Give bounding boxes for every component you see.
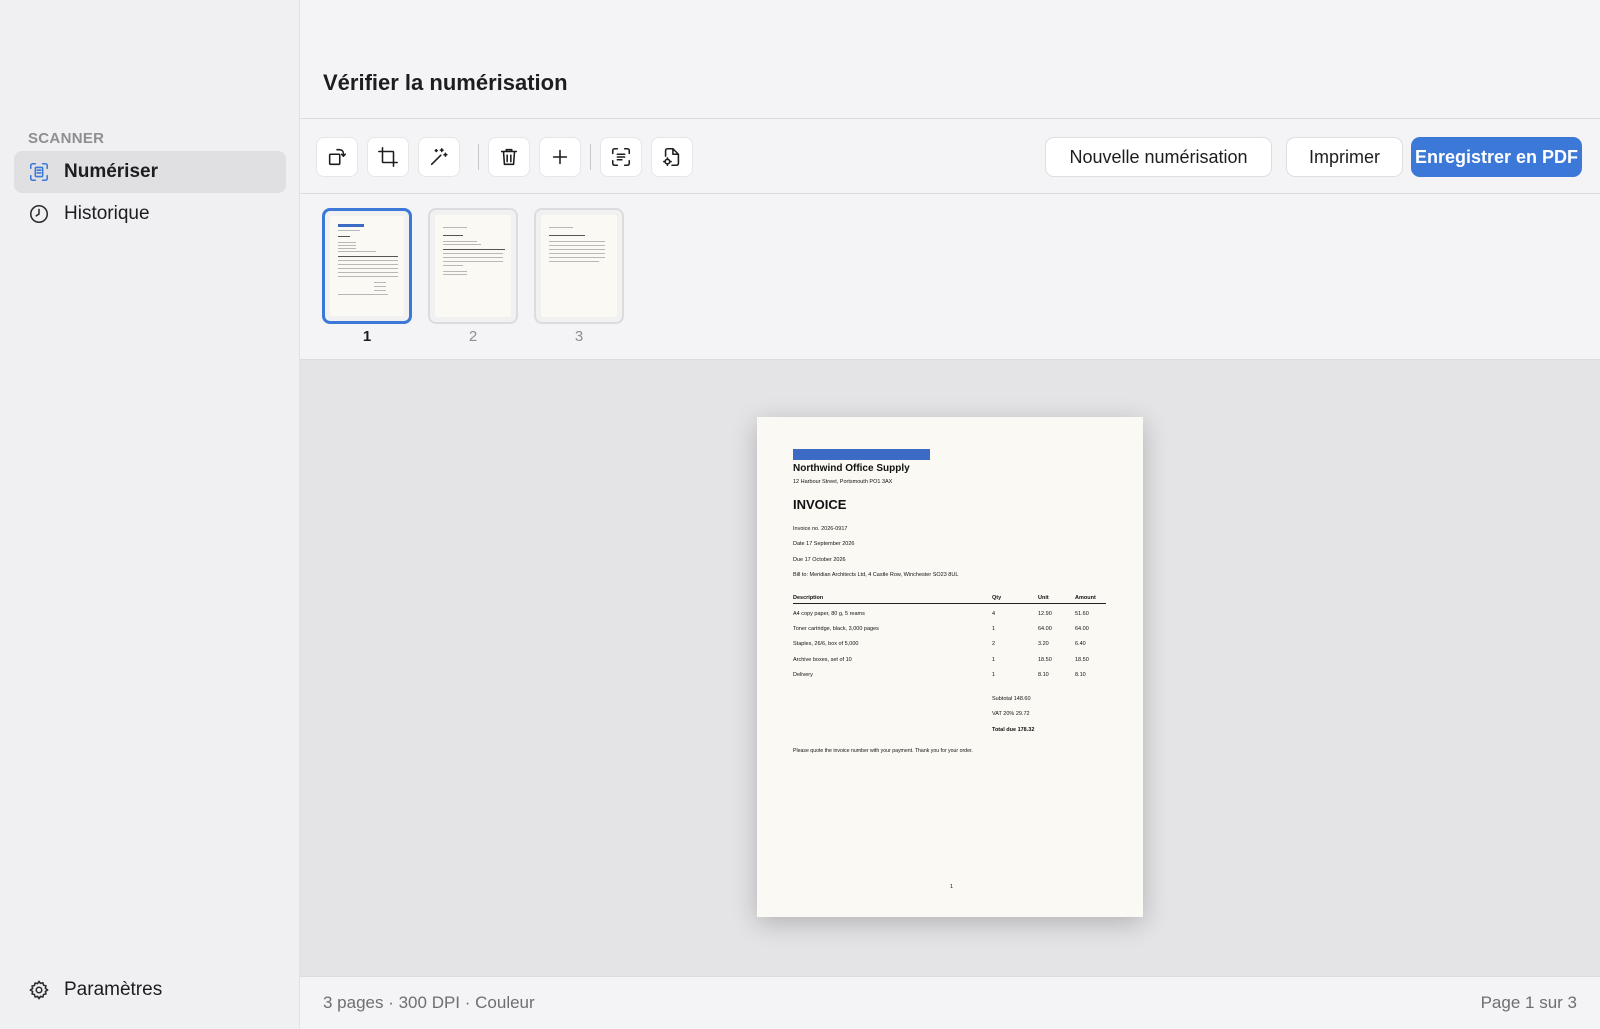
trash-icon [498, 146, 520, 168]
sidebar-item-history[interactable]: Historique [14, 193, 286, 235]
vat: VAT 20% 29.72 [992, 711, 1030, 717]
thumbnail-page-1[interactable] [322, 208, 412, 324]
thumbnail-preview [541, 215, 617, 317]
brand-bar [793, 449, 930, 460]
thumbnail-page-2[interactable] [428, 208, 518, 324]
column-header: Amount [1075, 595, 1096, 601]
plus-icon [549, 146, 571, 168]
page-indicator: Page 1 sur 3 [1480, 993, 1577, 1012]
table-cell: Toner cartridge, black, 3,000 pages [793, 626, 879, 632]
scan-info: 3 pages · 300 DPI · Couleur [323, 993, 535, 1012]
rotate-icon [326, 146, 348, 168]
sidebar-item-scan[interactable]: Numériser [14, 151, 286, 193]
company-address: 12 Harbour Street, Portsmouth PO1 3AX [793, 479, 893, 485]
status-bar: 3 pages · 300 DPI · Couleur Page 1 sur 3 [300, 976, 1600, 1029]
gear-icon [28, 979, 50, 1001]
magic-wand-icon [428, 146, 450, 168]
document-title: INVOICE [793, 497, 847, 512]
page-number: 1 [950, 884, 954, 890]
table-cell: Archive boxes, set of 10 [793, 657, 852, 663]
clock-icon [28, 203, 50, 225]
thumbnail-preview [330, 216, 404, 316]
rotate-button[interactable] [316, 137, 358, 177]
table-cell: 4 [992, 611, 996, 617]
crop-button[interactable] [367, 137, 409, 177]
table-cell: A4 copy paper, 80 g, 5 reams [793, 611, 865, 617]
scan-icon [28, 161, 50, 183]
thumbnail-page-3[interactable] [534, 208, 624, 324]
add-page-button[interactable] [539, 137, 581, 177]
document-settings-button[interactable] [651, 137, 693, 177]
sidebar-item-settings[interactable]: Paramètres [14, 970, 162, 1010]
thumbnail-preview [435, 215, 511, 317]
delete-button[interactable] [488, 137, 530, 177]
table-cell: 51.60 [1075, 611, 1089, 617]
table-cell: 1 [992, 626, 996, 632]
thumbnail-number: 3 [574, 328, 584, 345]
table-cell: 12.90 [1038, 611, 1052, 617]
column-header: Qty [992, 595, 1002, 601]
thumbnail-number: 1 [362, 328, 372, 345]
table-cell: 2 [992, 641, 996, 647]
subtotal: Subtotal 148.60 [992, 696, 1031, 702]
column-header: Unit [1038, 595, 1049, 601]
toolbar-divider [478, 144, 479, 170]
toolbar: Nouvelle numérisation Imprimer Enregistr… [300, 119, 1600, 194]
bill-to: Bill to: Meridian Architects Ltd, 4 Cast… [793, 572, 959, 578]
table-cell: 64.00 [1075, 626, 1089, 632]
document-settings-icon [661, 146, 683, 168]
table-cell: 18.50 [1075, 657, 1089, 663]
sidebar: SCANNER Numériser Historique Paramètres [0, 0, 300, 1029]
crop-icon [377, 146, 399, 168]
text-recognition-button[interactable] [600, 137, 642, 177]
toolbar-divider [590, 144, 591, 170]
table-cell: Staples, 26/6, box of 5,000 [793, 641, 859, 647]
thumbnail-number: 2 [468, 328, 478, 345]
print-button[interactable]: Imprimer [1286, 137, 1403, 177]
table-cell: 6.40 [1075, 641, 1086, 647]
table-cell: 1 [992, 657, 996, 663]
total-due: Total due 178.32 [992, 727, 1035, 733]
text-recognition-icon [610, 146, 632, 168]
document-page: Northwind Office Supply 12 Harbour Stree… [757, 417, 1143, 917]
table-cell: 3.20 [1038, 641, 1049, 647]
new-scan-button[interactable]: Nouvelle numérisation [1045, 137, 1272, 177]
table-cell: 1 [992, 672, 996, 678]
table-cell: 8.10 [1038, 672, 1049, 678]
header: Vérifier la numérisation [300, 0, 1600, 119]
column-header: Description [793, 595, 824, 601]
thumbnail-strip: 1 2 3 [300, 194, 1600, 360]
settings-label: Paramètres [64, 979, 163, 1000]
company-name: Northwind Office Supply [793, 463, 910, 474]
payment-note: Please quote the invoice number with you… [793, 748, 973, 754]
page-title: Vérifier la numérisation [323, 70, 568, 95]
page-preview-area: Northwind Office Supply 12 Harbour Stree… [300, 360, 1600, 976]
table-cell: 64.00 [1038, 626, 1052, 632]
table-cell: 18.50 [1038, 657, 1052, 663]
sidebar-item-label: Numériser [64, 161, 158, 182]
sidebar-item-label: Historique [64, 203, 150, 224]
save-pdf-button[interactable]: Enregistrer en PDF [1411, 137, 1582, 177]
enhance-button[interactable] [418, 137, 460, 177]
table-cell: Delivery [793, 672, 813, 678]
sidebar-section-title: SCANNER [28, 130, 105, 147]
invoice-number: Invoice no. 2026-0917 [793, 526, 848, 532]
invoice-date: Date 17 September 2026 [793, 541, 855, 547]
table-cell: 8.10 [1075, 672, 1086, 678]
header-rule [793, 603, 1106, 604]
invoice-due: Due 17 October 2026 [793, 557, 846, 563]
